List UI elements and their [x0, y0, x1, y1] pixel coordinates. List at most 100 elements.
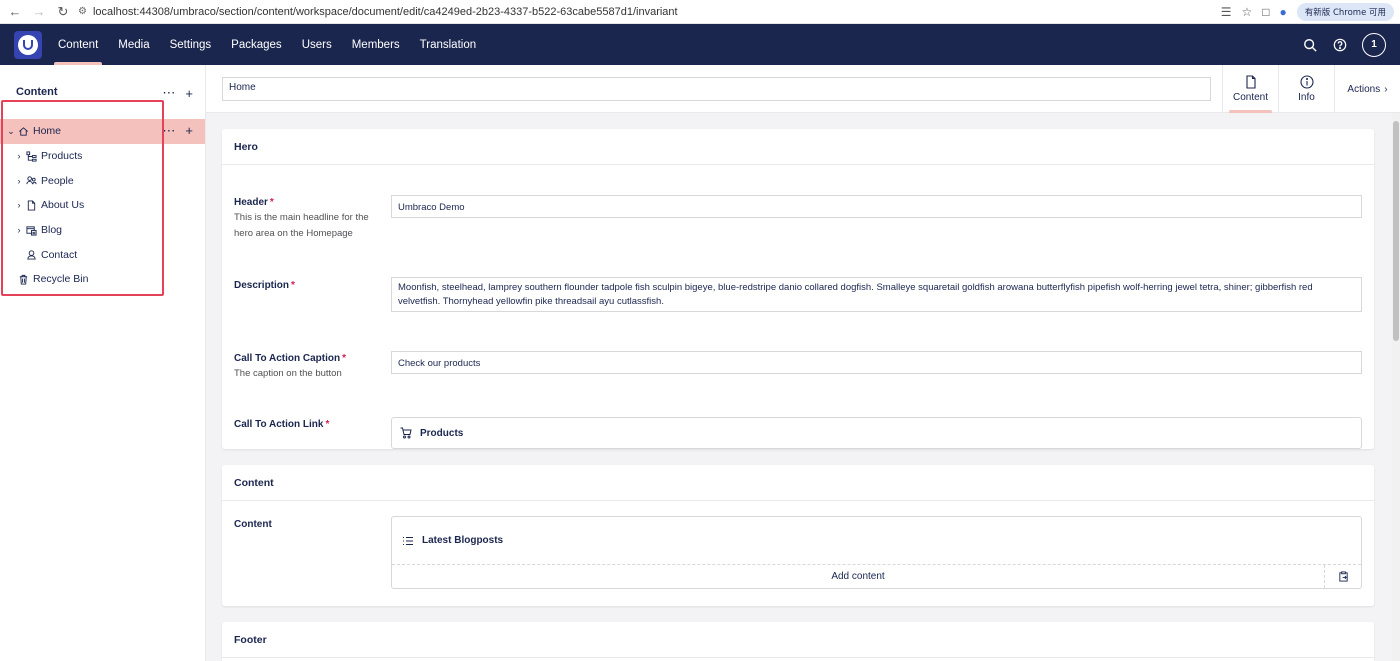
cart-icon — [400, 427, 412, 439]
cta-link-property: Call To Action Link * — [234, 419, 374, 430]
document-icon — [24, 198, 38, 212]
property-label: Call To Action Caption — [234, 353, 341, 364]
back-icon[interactable]: ← — [6, 3, 24, 21]
trash-icon — [16, 272, 30, 286]
address-bar[interactable]: ⚙ localhost:44308/umbraco/section/conten… — [78, 6, 1221, 18]
tab-translation[interactable]: Translation — [410, 24, 486, 65]
actions-label: Actions — [1347, 83, 1381, 95]
footer-group: Footer — [222, 622, 1374, 661]
document-name-input[interactable]: Home — [222, 77, 1211, 101]
hero-group: Hero Header * This is the main headline f… — [222, 129, 1374, 449]
tab-content-view[interactable]: Content — [1222, 65, 1278, 113]
vertical-scrollbar[interactable] — [1392, 113, 1400, 661]
link-label: Products — [420, 427, 464, 439]
document-icon — [1245, 75, 1256, 89]
property-label: Header — [234, 197, 268, 208]
chevron-right-icon: › — [1384, 83, 1388, 95]
tab-content[interactable]: Content — [48, 24, 108, 65]
tree-item-label: Blog — [41, 224, 63, 237]
bookmark-star-icon[interactable]: ☆ — [1241, 5, 1252, 19]
tab-media[interactable]: Media — [108, 24, 159, 65]
tree-item-label: Contact — [41, 248, 78, 261]
cta-caption-property: Call To Action Caption * The caption on t… — [234, 353, 374, 382]
add-content-button[interactable]: Add content — [392, 565, 1325, 588]
calendar-list-icon — [24, 223, 38, 237]
required-mark: * — [342, 353, 347, 364]
tree-item-blog[interactable]: › Blog — [0, 218, 205, 243]
required-mark: * — [269, 197, 274, 208]
tree-item-label: Products — [41, 150, 83, 163]
translate-icon[interactable]: ☰ — [1221, 5, 1232, 19]
section-tabs: Content Media Settings Packages Users Me… — [48, 24, 486, 65]
block-item[interactable]: Latest Blogposts — [392, 517, 1361, 565]
tree-item-about-us[interactable]: › About Us — [0, 193, 205, 218]
profile-icon[interactable]: ● — [1280, 5, 1287, 19]
content-property: Content — [234, 519, 374, 530]
create-plus-icon[interactable]: + — [185, 123, 193, 139]
actions-menu-button[interactable]: Actions › — [1334, 65, 1400, 113]
tree-item-label: About Us — [41, 199, 85, 212]
tree-item-home[interactable]: ⌄ Home ⋯ + — [0, 119, 205, 144]
editor-area: Hero Header * This is the main headline f… — [206, 113, 1392, 661]
tab-packages[interactable]: Packages — [221, 24, 292, 65]
block-label: Latest Blogposts — [422, 535, 504, 546]
property-description: This is the main headline for the hero a… — [234, 212, 369, 239]
description-textarea[interactable]: Moonfish, steelhead, lamprey southern fl… — [391, 277, 1362, 312]
header-input[interactable]: Umbraco Demo — [391, 195, 1362, 218]
clipboard-icon — [1338, 571, 1348, 582]
cta-link-picker[interactable]: Products — [391, 417, 1362, 449]
tree-item-label: People — [41, 174, 74, 187]
workspace-header: Home Content Info Actions › — [206, 65, 1400, 113]
property-description: The caption on the button — [234, 368, 342, 379]
chrome-update-button[interactable]: 有新版 Chrome 可用 — [1296, 2, 1394, 21]
create-plus-icon[interactable]: + — [185, 86, 193, 101]
chevron-right-icon[interactable]: › — [14, 200, 24, 210]
scrollbar-thumb[interactable] — [1393, 121, 1399, 341]
tab-members[interactable]: Members — [342, 24, 410, 65]
tree-item-label: Recycle Bin — [33, 273, 89, 286]
extensions-icon[interactable]: □ — [1262, 5, 1269, 19]
site-info-icon[interactable]: ⚙ — [78, 6, 87, 17]
browser-toolbar: ← → ↻ ⚙ localhost:44308/umbraco/section/… — [0, 0, 1400, 24]
home-icon — [16, 124, 30, 138]
property-label: Call To Action Link — [234, 419, 324, 430]
tab-label: Info — [1298, 92, 1315, 103]
description-property: Description * — [234, 280, 374, 291]
property-label: Content — [234, 519, 272, 530]
user-avatar[interactable]: 1 — [1362, 32, 1386, 57]
tree-item-recycle-bin[interactable]: Recycle Bin — [0, 267, 205, 292]
group-title: Content — [222, 465, 1374, 501]
tree-item-label: Home — [33, 125, 62, 138]
clipboard-button[interactable] — [1325, 565, 1361, 588]
content-group: Content Content Latest Blogposts Add con… — [222, 465, 1374, 606]
forward-icon[interactable]: → — [30, 3, 48, 21]
group-title: Hero — [222, 129, 1374, 165]
chevron-right-icon[interactable]: › — [14, 176, 24, 186]
more-actions-icon[interactable]: ⋯ — [162, 85, 175, 101]
top-navigation: Content Media Settings Packages Users Me… — [0, 24, 1400, 65]
chevron-right-icon[interactable]: › — [14, 151, 24, 161]
tree-item-contact[interactable]: Contact — [0, 242, 205, 267]
tab-settings[interactable]: Settings — [160, 24, 222, 65]
tree-item-products[interactable]: › Products — [0, 144, 205, 169]
people-icon — [24, 174, 38, 188]
required-mark: * — [325, 419, 330, 430]
chevron-right-icon[interactable]: › — [14, 225, 24, 235]
tab-info-view[interactable]: Info — [1278, 65, 1334, 113]
more-actions-icon[interactable]: ⋯ — [162, 123, 175, 139]
tab-users[interactable]: Users — [292, 24, 342, 65]
contact-icon — [24, 248, 38, 262]
umbraco-logo[interactable] — [14, 30, 42, 59]
search-icon[interactable] — [1302, 37, 1318, 53]
sidebar-title: Content — [16, 86, 58, 98]
info-icon — [1299, 75, 1314, 89]
tree-item-people[interactable]: › People — [0, 168, 205, 193]
chevron-down-icon[interactable]: ⌄ — [6, 126, 16, 137]
header-property: Header * This is the main headline for th… — [234, 197, 374, 242]
sitemap-icon — [24, 149, 38, 163]
url-text: localhost:44308/umbraco/section/content/… — [92, 5, 678, 18]
reload-icon[interactable]: ↻ — [54, 3, 72, 21]
required-mark: * — [291, 280, 295, 291]
cta-caption-input[interactable]: Check our products — [391, 351, 1362, 374]
help-icon[interactable] — [1332, 37, 1348, 53]
